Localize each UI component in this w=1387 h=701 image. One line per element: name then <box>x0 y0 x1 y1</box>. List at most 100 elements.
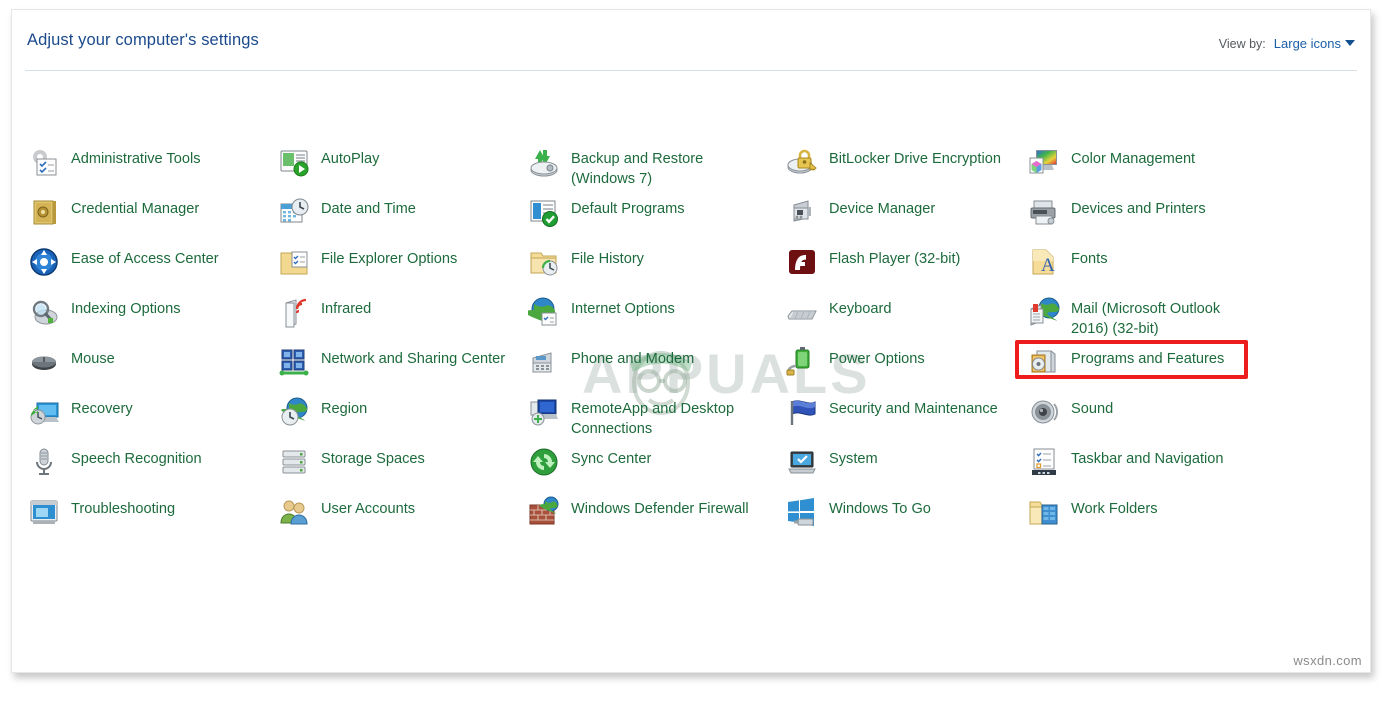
control-panel-item-label[interactable]: Mail (Microsoft Outlook 2016) (32-bit) <box>1071 294 1257 339</box>
control-panel-item-label[interactable]: Devices and Printers <box>1071 194 1206 219</box>
control-panel-item-label[interactable]: Fonts <box>1071 244 1108 269</box>
control-panel-item-troubleshooting[interactable]: Troubleshooting <box>28 494 278 544</box>
page-title: Adjust your computer's settings <box>27 31 259 50</box>
control-panel-item-user-accounts[interactable]: User Accounts <box>278 494 528 544</box>
control-panel-item-label[interactable]: Color Management <box>1071 144 1195 169</box>
control-panel-item-power-options[interactable]: Power Options <box>786 344 1028 394</box>
control-panel-item-mouse[interactable]: Mouse <box>28 344 278 394</box>
control-panel-item-administrative-tools[interactable]: Administrative Tools <box>28 144 278 194</box>
control-panel-item-label[interactable]: Taskbar and Navigation <box>1071 444 1224 469</box>
microphone-icon <box>28 446 60 478</box>
control-panel-item-label[interactable]: User Accounts <box>321 494 415 519</box>
control-panel-item-network-and-sharing-center[interactable]: Network and Sharing Center <box>278 344 528 394</box>
control-panel-item-label[interactable]: Administrative Tools <box>71 144 201 169</box>
control-panel-item-infrared[interactable]: Infrared <box>278 294 528 344</box>
view-by-dropdown[interactable]: Large icons <box>1274 35 1355 53</box>
control-panel-item-label[interactable]: Recovery <box>71 394 133 419</box>
control-panel-item-label[interactable]: Ease of Access Center <box>71 244 219 269</box>
control-panel-item-label[interactable]: Power Options <box>829 344 925 369</box>
control-panel-item-internet-options[interactable]: Internet Options <box>528 294 786 344</box>
control-panel-item-label[interactable]: Indexing Options <box>71 294 181 319</box>
control-panel-item-storage-spaces[interactable]: Storage Spaces <box>278 444 528 494</box>
backup-restore-icon <box>528 146 560 178</box>
control-panel-item-label[interactable]: Infrared <box>321 294 371 319</box>
control-panel-item-work-folders[interactable]: Work Folders <box>1028 494 1278 544</box>
control-panel-item-recovery[interactable]: Recovery <box>28 394 278 444</box>
control-panel-item-label[interactable]: System <box>829 444 878 469</box>
work-folders-icon <box>1028 496 1060 528</box>
control-panel-item-system[interactable]: System <box>786 444 1028 494</box>
control-panel-item-label[interactable]: BitLocker Drive Encryption <box>829 144 1001 169</box>
control-panel-item-label[interactable]: Work Folders <box>1071 494 1158 519</box>
control-panel-item-autoplay[interactable]: AutoPlay <box>278 144 528 194</box>
control-panel-item-file-history[interactable]: File History <box>528 244 786 294</box>
control-panel-item-remoteapp-and-desktop-connections[interactable]: RemoteApp and Desktop Connections <box>528 394 786 444</box>
network-sharing-icon <box>278 346 310 378</box>
control-panel-item-default-programs[interactable]: Default Programs <box>528 194 786 244</box>
control-panel-item-bitlocker-drive-encryption[interactable]: BitLocker Drive Encryption <box>786 144 1028 194</box>
control-panel-item-label[interactable]: Phone and Modem <box>571 344 694 369</box>
control-panel-item-label[interactable]: File History <box>571 244 644 269</box>
control-panel-item-date-and-time[interactable]: Date and Time <box>278 194 528 244</box>
control-panel-item-region[interactable]: Region <box>278 394 528 444</box>
view-by-value[interactable]: Large icons <box>1274 36 1341 51</box>
control-panel-item-fonts[interactable]: AFonts <box>1028 244 1278 294</box>
control-panel-item-label[interactable]: Credential Manager <box>71 194 199 219</box>
control-panel-item-windows-to-go[interactable]: Windows To Go <box>786 494 1028 544</box>
control-panel-item-sync-center[interactable]: Sync Center <box>528 444 786 494</box>
control-panel-item-label[interactable]: Default Programs <box>571 194 685 219</box>
control-panel-item-label[interactable]: Internet Options <box>571 294 675 319</box>
control-panel-item-label[interactable]: Sound <box>1071 394 1113 419</box>
control-panel-item-device-manager[interactable]: Device Manager <box>786 194 1028 244</box>
control-panel-item-label[interactable]: Storage Spaces <box>321 444 425 469</box>
control-panel-item-label[interactable]: Windows To Go <box>829 494 931 519</box>
control-panel-item-label[interactable]: Speech Recognition <box>71 444 202 469</box>
control-panel-item-label[interactable]: AutoPlay <box>321 144 379 169</box>
control-panel-item-taskbar-and-navigation[interactable]: Taskbar and Navigation <box>1028 444 1278 494</box>
control-panel-item-speech-recognition[interactable]: Speech Recognition <box>28 444 278 494</box>
control-panel-item-mail-microsoft-outlook-2016-32-bit[interactable]: Mail (Microsoft Outlook 2016) (32-bit) <box>1028 294 1278 344</box>
control-panel-item-label[interactable]: Security and Maintenance <box>829 394 998 419</box>
control-panel-item-label[interactable]: Programs and Features <box>1071 344 1224 369</box>
mouse-icon <box>28 346 60 378</box>
control-panel-item-credential-manager[interactable]: Credential Manager <box>28 194 278 244</box>
control-panel-item-label[interactable]: RemoteApp and Desktop Connections <box>571 394 757 439</box>
control-panel-item-ease-of-access-center[interactable]: Ease of Access Center <box>28 244 278 294</box>
control-panel-item-label[interactable]: Network and Sharing Center <box>321 344 505 369</box>
control-panel-item-phone-and-modem[interactable]: Phone and Modem <box>528 344 786 394</box>
control-panel-item-label[interactable]: Mouse <box>71 344 115 369</box>
control-panel-item-label[interactable]: Date and Time <box>321 194 416 219</box>
credential-manager-icon <box>28 196 60 228</box>
control-panel-item-flash-player-32-bit[interactable]: Flash Player (32-bit) <box>786 244 1028 294</box>
autoplay-icon <box>278 146 310 178</box>
control-panel-item-keyboard[interactable]: Keyboard <box>786 294 1028 344</box>
corner-watermark: wsxdn.com <box>1293 653 1362 668</box>
control-panel-item-security-and-maintenance[interactable]: Security and Maintenance <box>786 394 1028 444</box>
control-panel-item-programs-and-features[interactable]: Programs and Features <box>1028 344 1278 394</box>
mail-icon <box>1028 296 1060 328</box>
security-maintenance-icon <box>786 396 818 428</box>
control-panel-item-file-explorer-options[interactable]: File Explorer Options <box>278 244 528 294</box>
control-panel-item-label[interactable]: Windows Defender Firewall <box>571 494 749 519</box>
control-panel-item-backup-and-restore-windows-7[interactable]: Backup and Restore (Windows 7) <box>528 144 786 194</box>
control-panel-item-devices-and-printers[interactable]: Devices and Printers <box>1028 194 1278 244</box>
control-panel-item-color-management[interactable]: Color Management <box>1028 144 1278 194</box>
color-management-icon <box>1028 146 1060 178</box>
header-divider <box>25 70 1357 71</box>
control-panel-item-label[interactable]: Sync Center <box>571 444 651 469</box>
control-panel-item-sound[interactable]: Sound <box>1028 394 1278 444</box>
control-panel-item-label[interactable]: Keyboard <box>829 294 891 319</box>
control-panel-item-indexing-options[interactable]: Indexing Options <box>28 294 278 344</box>
control-panel-item-label[interactable]: Troubleshooting <box>71 494 175 519</box>
control-panel-item-label[interactable]: Backup and Restore (Windows 7) <box>571 144 757 189</box>
administrative-tools-icon <box>28 146 60 178</box>
control-panel-item-windows-defender-firewall[interactable]: Windows Defender Firewall <box>528 494 786 544</box>
region-icon <box>278 396 310 428</box>
control-panel-item-label[interactable]: File Explorer Options <box>321 244 457 269</box>
chevron-down-icon[interactable] <box>1345 40 1355 46</box>
control-panel-item-label[interactable]: Region <box>321 394 367 419</box>
ease-of-access-icon <box>28 246 60 278</box>
control-panel-item-label[interactable]: Flash Player (32-bit) <box>829 244 960 269</box>
control-panel-item-label[interactable]: Device Manager <box>829 194 935 219</box>
view-by-label: View by: <box>1219 37 1266 51</box>
